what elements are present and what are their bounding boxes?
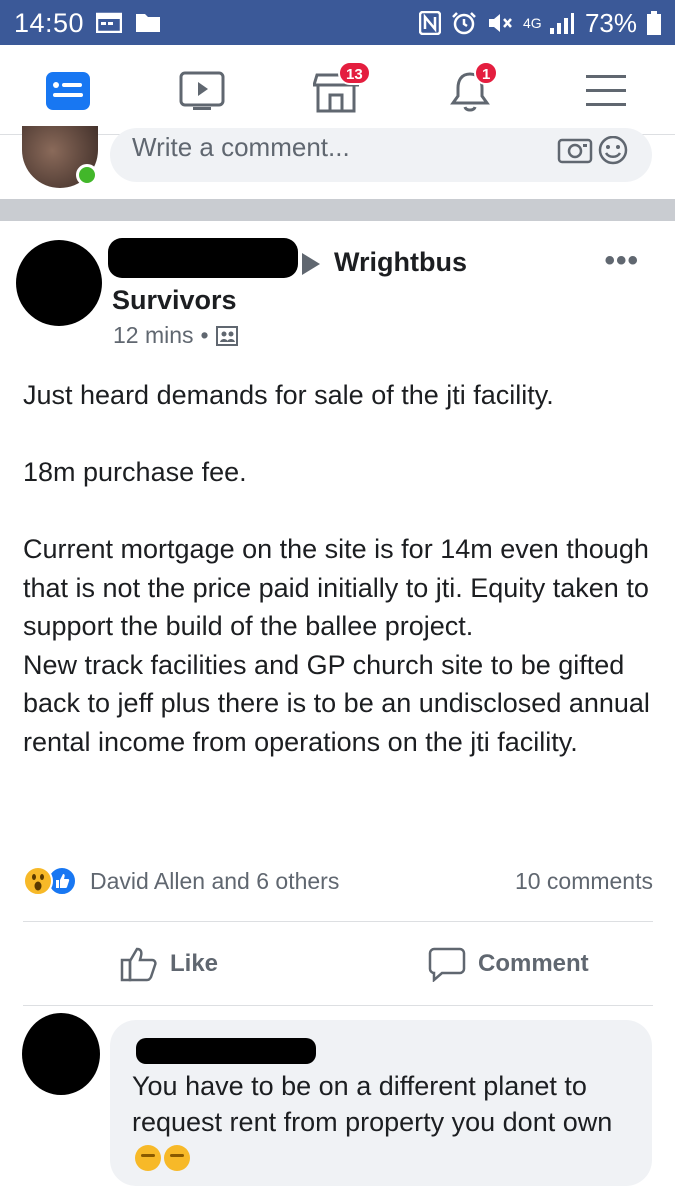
network-type: 4G	[522, 15, 542, 31]
like-button[interactable]: Like	[120, 942, 218, 986]
battery-percent: 73%	[584, 7, 637, 38]
watch-icon	[179, 71, 225, 110]
thinking-face-icon	[135, 1145, 161, 1171]
status-bar: 14:50 4G 73%	[0, 0, 675, 45]
redacted-author-name	[108, 238, 298, 278]
online-status-dot	[76, 164, 98, 186]
comment-input-placeholder: Write a comment...	[132, 132, 350, 162]
post-paragraph: New track facilities and GP church site …	[23, 649, 650, 757]
nav-menu[interactable]	[578, 63, 634, 119]
comment-text: You have to be on a different planet to …	[132, 1068, 632, 1176]
marketplace-badge: 13	[338, 61, 371, 85]
calendar-icon	[96, 12, 122, 33]
news-feed-icon	[46, 72, 90, 110]
post-paragraph: Current mortgage on the site is for 14m …	[23, 534, 649, 641]
signal-icon	[549, 13, 574, 34]
nav-notifications[interactable]: 1	[442, 61, 499, 119]
reaction-summary[interactable]: David Allen and 6 others 10 comments	[23, 866, 653, 896]
redacted-commenter-name	[136, 1038, 316, 1064]
separator	[23, 1005, 653, 1006]
separator	[23, 921, 653, 922]
nav-marketplace[interactable]: 13	[308, 61, 371, 119]
speech-bubble-icon	[428, 947, 466, 982]
group-name-line2[interactable]: Survivors	[112, 280, 237, 320]
feed-divider	[0, 199, 675, 221]
arrow-right-icon	[302, 253, 320, 275]
comments-count[interactable]: 10 comments	[515, 868, 653, 895]
thumbs-up-icon	[120, 947, 157, 982]
nfc-icon	[418, 11, 441, 35]
top-navigation: 13 1	[0, 45, 675, 135]
post-options-button[interactable]: •••	[604, 244, 639, 278]
meta-separator: •	[200, 322, 209, 348]
comment-button[interactable]: Comment	[428, 942, 589, 986]
thinking-face-icon	[164, 1145, 190, 1171]
like-label: Like	[170, 950, 219, 977]
comment-composer: Write a comment...	[0, 126, 675, 198]
commenter-avatar[interactable]	[22, 1013, 100, 1095]
mute-icon	[488, 14, 512, 32]
group-name-line1[interactable]: Wrightbus	[334, 242, 467, 282]
nav-watch[interactable]	[174, 63, 230, 119]
wow-reaction-icon	[23, 866, 53, 896]
post-author-avatar[interactable]	[16, 240, 102, 326]
post-paragraph: 18m purchase fee.	[23, 457, 247, 487]
notifications-badge: 1	[474, 61, 499, 85]
comment-body: You have to be on a different planet to …	[132, 1071, 613, 1137]
battery-icon	[647, 11, 661, 35]
status-right: 4G 73%	[418, 7, 661, 39]
menu-icon	[586, 75, 626, 106]
post-timestamp[interactable]: 12 mins	[113, 322, 194, 349]
smiley-icon[interactable]	[597, 136, 629, 168]
post-paragraph: Just heard demands for sale of the jti f…	[23, 380, 554, 410]
comment-bubble: You have to be on a different planet to …	[110, 1020, 652, 1186]
public-icon	[215, 325, 238, 346]
post-body: Just heard demands for sale of the jti f…	[23, 376, 653, 761]
post-meta: 12 mins •	[113, 322, 238, 349]
status-time: 14:50	[14, 8, 85, 38]
nav-news-feed[interactable]	[40, 63, 96, 119]
comment-label: Comment	[478, 950, 589, 977]
alarm-icon	[452, 12, 476, 35]
camera-icon[interactable]	[557, 136, 593, 164]
folder-icon	[136, 14, 160, 32]
reaction-names: David Allen and 6 others	[90, 868, 340, 894]
